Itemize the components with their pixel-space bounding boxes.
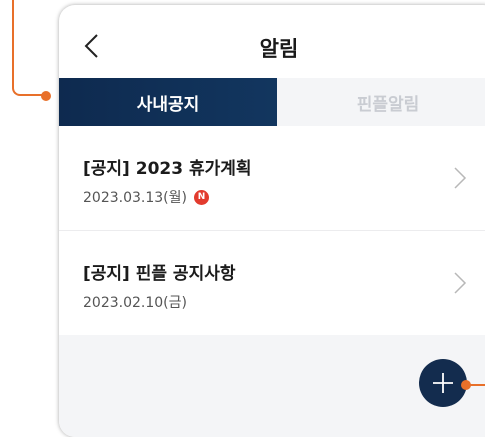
tab-bar: 사내공지 핀플알림 bbox=[59, 78, 485, 126]
notice-date: 2023.02.10(금) bbox=[83, 295, 187, 311]
plus-icon bbox=[433, 373, 453, 393]
notice-list: [공지] 2023 휴가계획 2023.03.13(월) N [공지] 핀플 공… bbox=[59, 126, 485, 335]
callout-dot-right bbox=[461, 380, 471, 390]
tab-company-notice[interactable]: 사내공지 bbox=[59, 78, 277, 126]
list-item[interactable]: [공지] 2023 휴가계획 2023.03.13(월) N bbox=[59, 126, 485, 231]
page-title: 알림 bbox=[259, 37, 299, 61]
tab-pinple-alert[interactable]: 핀플알림 bbox=[277, 78, 485, 126]
header: 알림 bbox=[59, 5, 485, 78]
notice-date-row: 2023.02.10(금) bbox=[83, 292, 187, 312]
notice-date: 2023.03.13(월) bbox=[83, 190, 187, 206]
callout-line-left bbox=[12, 0, 44, 96]
list-item[interactable]: [공지] 핀플 공지사항 2023.02.10(금) bbox=[59, 231, 485, 335]
notice-title: [공지] 핀플 공지사항 bbox=[83, 264, 236, 284]
notice-title: [공지] 2023 휴가계획 bbox=[83, 159, 252, 179]
chevron-right-icon bbox=[454, 272, 467, 294]
notice-date-row: 2023.03.13(월) N bbox=[83, 187, 209, 207]
new-badge: N bbox=[193, 189, 209, 205]
chevron-right-icon bbox=[454, 167, 467, 189]
callout-dot-left bbox=[41, 91, 51, 101]
add-button[interactable] bbox=[419, 359, 467, 407]
